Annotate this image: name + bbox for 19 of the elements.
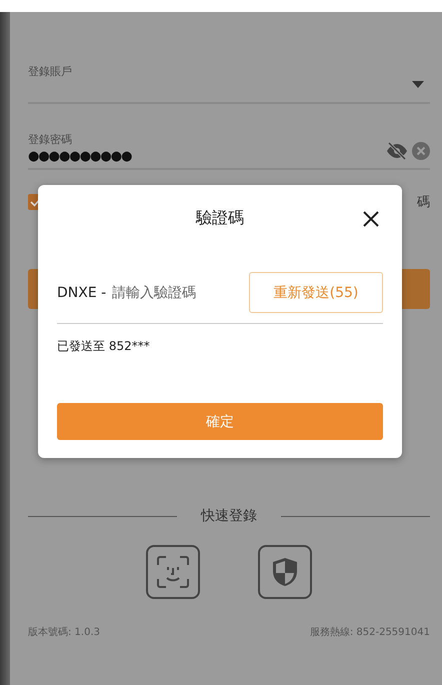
- resend-button[interactable]: 重新發送(55): [249, 272, 383, 313]
- password-input[interactable]: ●●●●●●●●●●: [28, 149, 386, 164]
- clear-icon[interactable]: [412, 142, 430, 160]
- face-id-button[interactable]: [146, 545, 200, 599]
- confirm-button[interactable]: 確定: [57, 403, 383, 440]
- sent-to-text: 已發送至 852***: [57, 338, 151, 355]
- field-label: 登錄賬戶: [28, 64, 73, 79]
- shield-icon: [270, 556, 300, 588]
- version-text: 版本號碼: 1.0.3: [28, 626, 100, 639]
- link-text[interactable]: 碼: [417, 193, 430, 211]
- shield-button[interactable]: [258, 545, 312, 599]
- code-prefix: DNXE -: [57, 284, 106, 300]
- eye-off-icon[interactable]: [386, 142, 408, 160]
- dropdown-caret-icon[interactable]: [412, 81, 424, 88]
- dialog-title: 驗證碼: [196, 208, 244, 228]
- face-scan-icon: [155, 554, 191, 590]
- hotline-text: 服務熱線: 852-25591041: [310, 626, 430, 639]
- quick-login-title: 快速登錄: [201, 507, 257, 525]
- field-label: 登錄密碼: [28, 132, 73, 147]
